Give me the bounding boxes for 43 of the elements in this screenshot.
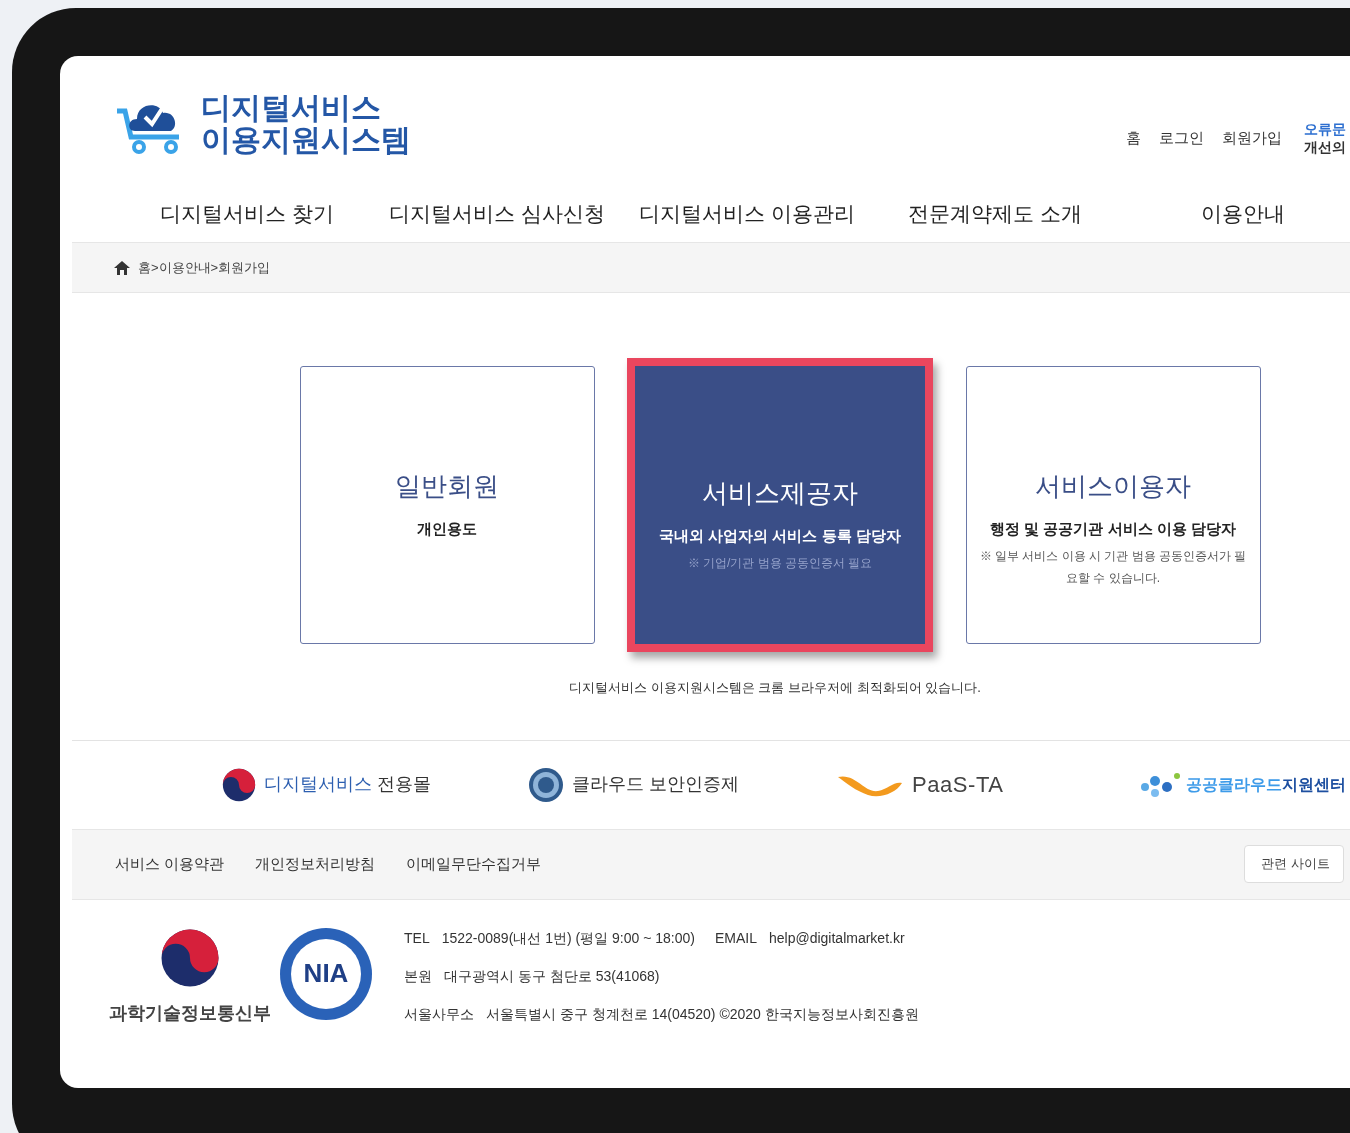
contact-info: TEL 1522-0089(내선 1번) (평일 9:00 ~ 18:00): [404, 928, 695, 948]
card-subtitle: 개인용도: [417, 519, 477, 539]
contact-info: EMAIL help@digitalmarket.kr: [715, 928, 905, 948]
card-note: ※ 일부 서비스 이용 시 기관 범용 공동인증서가 필요할 수 있습니다.: [978, 547, 1248, 587]
logo-text: 이용지원시스템: [201, 124, 411, 156]
contact-info: 서울사무소 서울특별시 중구 청계천로 14(04520) ©2020 한국지능정보사회진흥원: [404, 1004, 919, 1024]
card-title: 서비스이용자: [1035, 470, 1191, 503]
member-type-card[interactable]: 일반회원 개인용도: [299, 366, 595, 644]
main-nav-item[interactable]: 디지털서비스 이용관리: [639, 198, 908, 230]
main-nav-item[interactable]: 전문계약제도 소개: [908, 198, 1201, 230]
partner-name[interactable]: 공공클라우드지원센터: [1186, 772, 1346, 797]
footer-link[interactable]: 개인정보처리방침: [255, 852, 376, 876]
main-nav-item[interactable]: 디지털서비스 찾기: [160, 198, 390, 230]
main-nav-item[interactable]: 디지털서비스 심사신청: [389, 198, 640, 230]
partner-name[interactable]: 클라우드 보안인증제: [572, 771, 739, 798]
seal-icon: [528, 766, 564, 803]
member-type-card[interactable]: 서비스이용자 행정 및 공공기관 서비스 이용 담당자 ※ 일부 서비스 이용 시 기관 범용 공동인증서가 필요할 수 있습니다.: [965, 366, 1261, 644]
main-nav-item[interactable]: 이용안내: [1200, 198, 1350, 230]
card-title: 일반회원: [395, 470, 499, 503]
browser-notice: 디지털서비스 이용지원시스템은 크롬 브라우저에 최적화되어 있습니다.: [568, 679, 982, 697]
top-link[interactable]: 홈: [1126, 126, 1141, 150]
contact-info: 본원 대구광역시 동구 첨단로 53(41068): [404, 966, 660, 986]
nia-logo: NIA: [280, 927, 372, 1020]
partner-name[interactable]: 디지털서비스 전용몰: [264, 771, 431, 798]
breadcrumb-text: 홈>이용안내>회원가입: [138, 258, 271, 277]
card-subtitle: 행정 및 공공기관 서비스 이용 담당자: [990, 519, 1236, 539]
partner-name[interactable]: PaaS-TA: [912, 768, 1004, 801]
taegeuk-icon: [222, 767, 256, 802]
logo-text: 디지털서비스: [201, 92, 382, 124]
ministry-name: 과학기술정보통신부: [109, 1001, 271, 1025]
top-link[interactable]: 로그인: [1159, 126, 1204, 150]
top-link[interactable]: 오류문 개선의: [1304, 120, 1346, 156]
card-subtitle: 국내외 사업자의 서비스 등록 담당자: [659, 526, 901, 546]
card-title: 서비스제공자: [702, 477, 858, 510]
footer-link[interactable]: 이메일무단수집거부: [406, 852, 542, 876]
footer-link[interactable]: 서비스 이용약관: [115, 852, 225, 876]
related-sites-button[interactable]: 관련 사이트: [1244, 845, 1344, 883]
card-note: ※ 기업/기관 범용 공동인증서 필요: [687, 554, 873, 572]
dots-icon: [1140, 770, 1182, 799]
taegeuk-icon: [160, 927, 220, 988]
top-link[interactable]: 회원가입: [1222, 126, 1282, 150]
home-icon: [114, 260, 130, 275]
member-type-card[interactable]: 서비스제공자 국내외 사업자의 서비스 등록 담당자 ※ 기업/기관 범용 공동인증서 필요: [627, 358, 933, 652]
